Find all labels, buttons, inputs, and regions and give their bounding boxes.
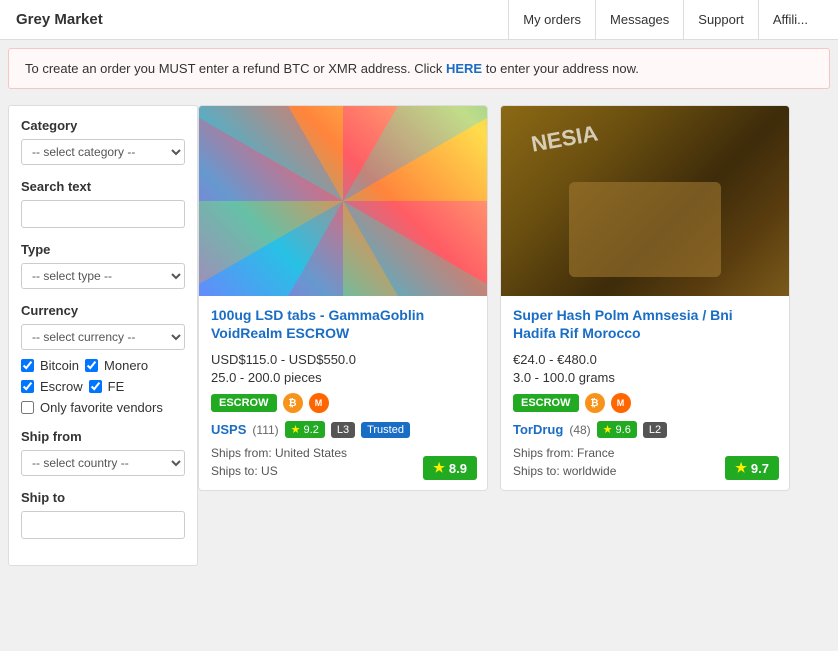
- category-filter: Category -- select category --: [21, 118, 185, 165]
- fe-checkbox[interactable]: [89, 380, 102, 393]
- nav-messages[interactable]: Messages: [595, 0, 683, 40]
- alert-link[interactable]: HERE: [446, 61, 482, 76]
- main-layout: Category -- select category -- Search te…: [0, 97, 838, 574]
- search-input[interactable]: [21, 200, 185, 228]
- ship-to-label: Ship to: [21, 490, 185, 505]
- product-price: USD$115.0 - USD$550.0: [211, 352, 475, 367]
- currency-filter: Currency -- select currency -- Bitcoin M…: [21, 303, 185, 415]
- product-qty: 3.0 - 100.0 grams: [513, 370, 777, 385]
- ship-to-input[interactable]: [21, 511, 185, 539]
- product-image: [501, 106, 789, 296]
- nav-affiliates[interactable]: Affili...: [758, 0, 822, 40]
- header-nav: My orders Messages Support Affili...: [508, 0, 822, 40]
- type-label: Type: [21, 242, 185, 257]
- site-logo: Grey Market: [16, 11, 103, 28]
- ship-from-filter: Ship from -- select country --: [21, 429, 185, 476]
- level-badge: L3: [331, 422, 355, 438]
- ship-from-label: Ship from: [21, 429, 185, 444]
- escrow-badge: ESCROW: [211, 394, 277, 412]
- product-badges: ESCROW ₿ M: [211, 393, 475, 413]
- nav-support[interactable]: Support: [683, 0, 758, 40]
- escrow-checkbox-row: Escrow FE: [21, 379, 185, 394]
- vendor-reviews: (111): [252, 423, 278, 437]
- search-label: Search text: [21, 179, 185, 194]
- category-select[interactable]: -- select category --: [21, 139, 185, 165]
- product-title[interactable]: 100ug LSD tabs - GammaGoblin VoidRealm E…: [211, 306, 475, 342]
- score-badge: ★ 8.9: [423, 456, 477, 480]
- vendor-row: TorDrug (48) ★9.6 L2: [513, 421, 777, 438]
- product-card: Super Hash Polm Amnsesia / Bni Hadifa Ri…: [500, 105, 790, 491]
- vendor-name[interactable]: USPS: [211, 422, 246, 437]
- monero-label: Monero: [104, 358, 148, 373]
- rating-badge: ★9.6: [597, 421, 637, 438]
- ship-from-select[interactable]: -- select country --: [21, 450, 185, 476]
- hash-image: [501, 106, 789, 296]
- search-filter: Search text: [21, 179, 185, 228]
- type-select[interactable]: -- select type --: [21, 263, 185, 289]
- product-qty: 25.0 - 200.0 pieces: [211, 370, 475, 385]
- score-star-icon: ★: [433, 460, 445, 476]
- monero-checkbox[interactable]: [85, 359, 98, 372]
- favorite-label: Only favorite vendors: [40, 400, 163, 415]
- product-card: 100ug LSD tabs - GammaGoblin VoidRealm E…: [198, 105, 488, 491]
- score-star-icon: ★: [735, 460, 747, 476]
- vendor-reviews: (48): [569, 423, 590, 437]
- rating-badge: ★9.2: [285, 421, 325, 438]
- alert-text-after: to enter your address now.: [482, 61, 639, 76]
- product-title[interactable]: Super Hash Polm Amnsesia / Bni Hadifa Ri…: [513, 306, 777, 342]
- lsd-image: [199, 106, 487, 296]
- alert-banner: To create an order you MUST enter a refu…: [8, 48, 830, 89]
- nav-my-orders[interactable]: My orders: [508, 0, 595, 40]
- bitcoin-checkbox[interactable]: [21, 359, 34, 372]
- xmr-icon: M: [309, 393, 329, 413]
- score-value: 9.7: [751, 461, 769, 476]
- vendor-name[interactable]: TorDrug: [513, 422, 563, 437]
- favorite-checkbox-row: Only favorite vendors: [21, 400, 185, 415]
- escrow-badge: ESCROW: [513, 394, 579, 412]
- category-label: Category: [21, 118, 185, 133]
- sidebar: Category -- select category -- Search te…: [8, 105, 198, 566]
- level-badge: L2: [643, 422, 667, 438]
- escrow-checkbox[interactable]: [21, 380, 34, 393]
- fe-label: FE: [108, 379, 125, 394]
- product-price: €24.0 - €480.0: [513, 352, 777, 367]
- currency-label: Currency: [21, 303, 185, 318]
- currency-select[interactable]: -- select currency --: [21, 324, 185, 350]
- xmr-icon: M: [611, 393, 631, 413]
- trusted-badge: Trusted: [361, 422, 410, 438]
- type-filter: Type -- select type --: [21, 242, 185, 289]
- ship-to-filter: Ship to: [21, 490, 185, 539]
- escrow-label: Escrow: [40, 379, 83, 394]
- product-image: [199, 106, 487, 296]
- btc-icon: ₿: [283, 393, 303, 413]
- bitcoin-checkbox-row: Bitcoin Monero: [21, 358, 185, 373]
- score-badge: ★ 9.7: [725, 456, 779, 480]
- product-badges: ESCROW ₿ M: [513, 393, 777, 413]
- btc-icon: ₿: [585, 393, 605, 413]
- header: Grey Market My orders Messages Support A…: [0, 0, 838, 40]
- alert-text-before: To create an order you MUST enter a refu…: [25, 61, 446, 76]
- product-grid: 100ug LSD tabs - GammaGoblin VoidRealm E…: [198, 105, 830, 566]
- vendor-row: USPS (111) ★9.2 L3 Trusted: [211, 421, 475, 438]
- favorite-checkbox[interactable]: [21, 401, 34, 414]
- bitcoin-label: Bitcoin: [40, 358, 79, 373]
- score-value: 8.9: [449, 461, 467, 476]
